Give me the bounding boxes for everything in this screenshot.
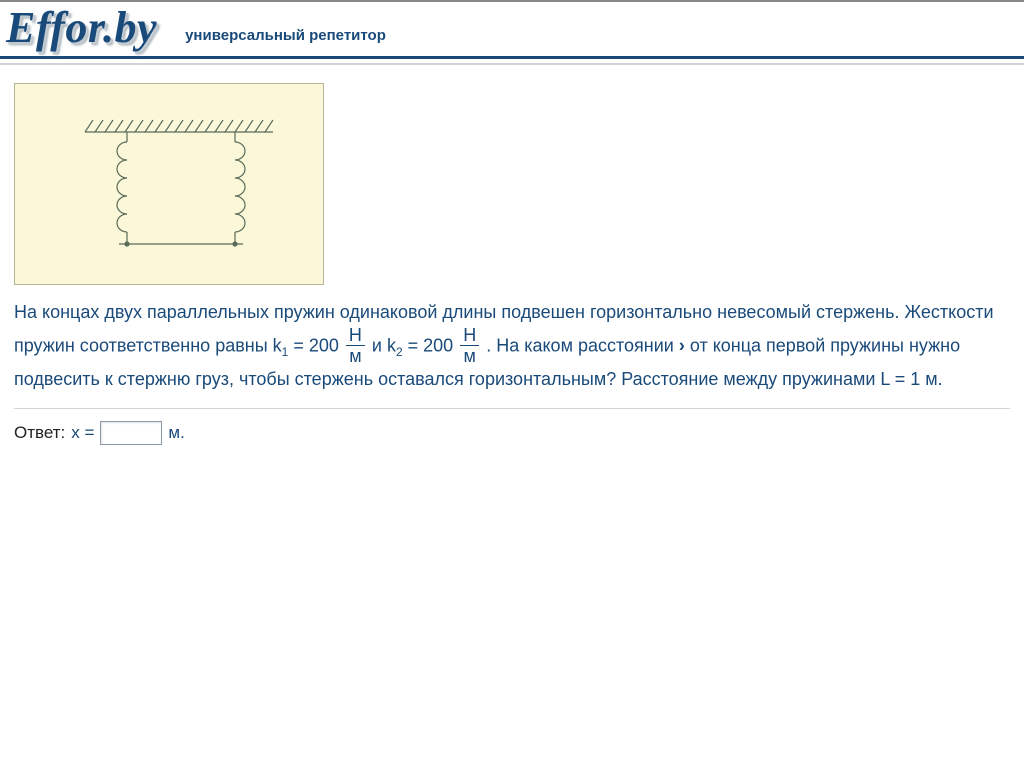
fraction-2: Нм (460, 326, 479, 365)
content-area: На концах двух параллельных пружин одина… (0, 65, 1024, 445)
springs-diagram-svg (15, 84, 325, 286)
problem-statement: На концах двух параллельных пружин одина… (14, 299, 1010, 394)
answer-row: Ответ: x = м. (14, 421, 1010, 445)
frac-num: Н (346, 326, 365, 346)
fraction-1: Нм (346, 326, 365, 365)
separator (14, 408, 1010, 409)
answer-variable: x = (71, 423, 94, 443)
site-logo: Effor.by (0, 6, 175, 50)
header-bar: Effor.by универсальный репетитор (0, 0, 1024, 59)
answer-unit: м. (168, 423, 184, 443)
text-and: и k (367, 335, 396, 355)
answer-input[interactable] (100, 421, 162, 445)
site-tagline: универсальный репетитор (175, 27, 386, 50)
frac-num-2: Н (460, 326, 479, 346)
chevron-right-icon: › (679, 335, 685, 355)
text-eq1: = 200 (288, 335, 344, 355)
frac-den: м (346, 346, 365, 365)
answer-label: Ответ: (14, 423, 65, 443)
frac-den-2: м (460, 346, 479, 365)
text-part-1b: . На каком расстоянии (481, 335, 679, 355)
text-eq2: = 200 (403, 335, 459, 355)
k2-subscript: 2 (396, 345, 403, 359)
problem-figure (14, 83, 324, 285)
